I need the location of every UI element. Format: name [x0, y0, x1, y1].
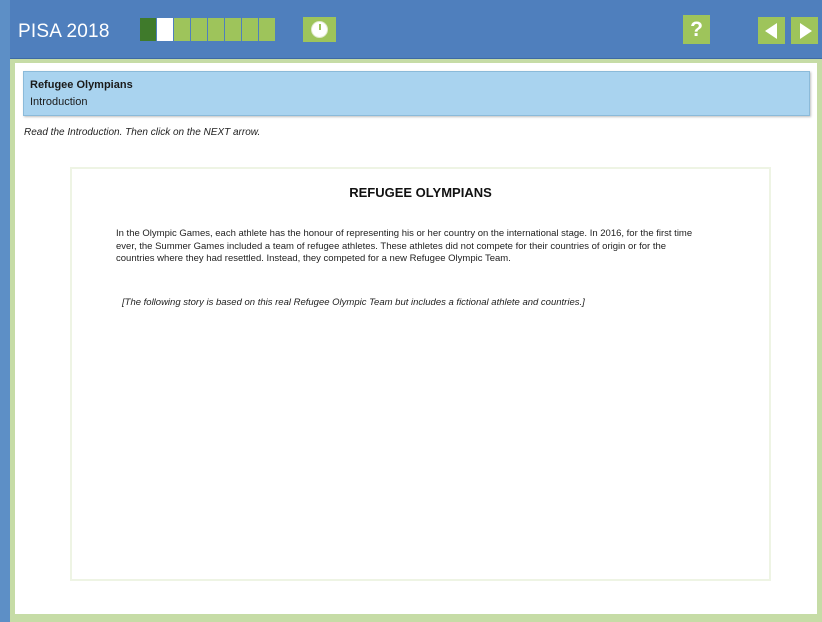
document-note: [The following story is based on this re… [122, 297, 585, 308]
timer-icon [311, 21, 328, 38]
content-area: Refugee Olympians Introduction Read the … [15, 63, 817, 614]
progress-segment-8 [259, 18, 275, 41]
progress-segment-7 [242, 18, 258, 41]
stimulus-panel: REFUGEE OLYMPIANS In the Olympic Games, … [70, 167, 771, 581]
progress-segment-2 [157, 18, 173, 41]
top-toolbar: PISA 2018 ? [10, 0, 822, 59]
unit-header: Refugee Olympians Introduction [23, 71, 810, 116]
progress-segment-3 [174, 18, 190, 41]
document-heading: REFUGEE OLYMPIANS [349, 185, 492, 200]
arrow-left-icon [765, 23, 777, 39]
progress-segment-6 [225, 18, 241, 41]
progress-bar [140, 18, 275, 41]
unit-title: Refugee Olympians [30, 79, 133, 91]
progress-segment-5 [208, 18, 224, 41]
next-button[interactable] [791, 17, 818, 44]
unit-subtitle: Introduction [30, 96, 88, 108]
help-icon: ? [690, 17, 703, 41]
window-frame-left [0, 0, 10, 622]
timer-button[interactable] [303, 17, 336, 42]
progress-segment-1 [140, 18, 156, 41]
help-button[interactable]: ? [683, 15, 710, 44]
previous-button[interactable] [758, 17, 785, 44]
arrow-right-icon [800, 23, 812, 39]
progress-segment-4 [191, 18, 207, 41]
document-paragraph: In the Olympic Games, each athlete has t… [116, 228, 693, 264]
app-title: PISA 2018 [18, 21, 110, 42]
instruction-text: Read the Introduction. Then click on the… [24, 127, 261, 138]
